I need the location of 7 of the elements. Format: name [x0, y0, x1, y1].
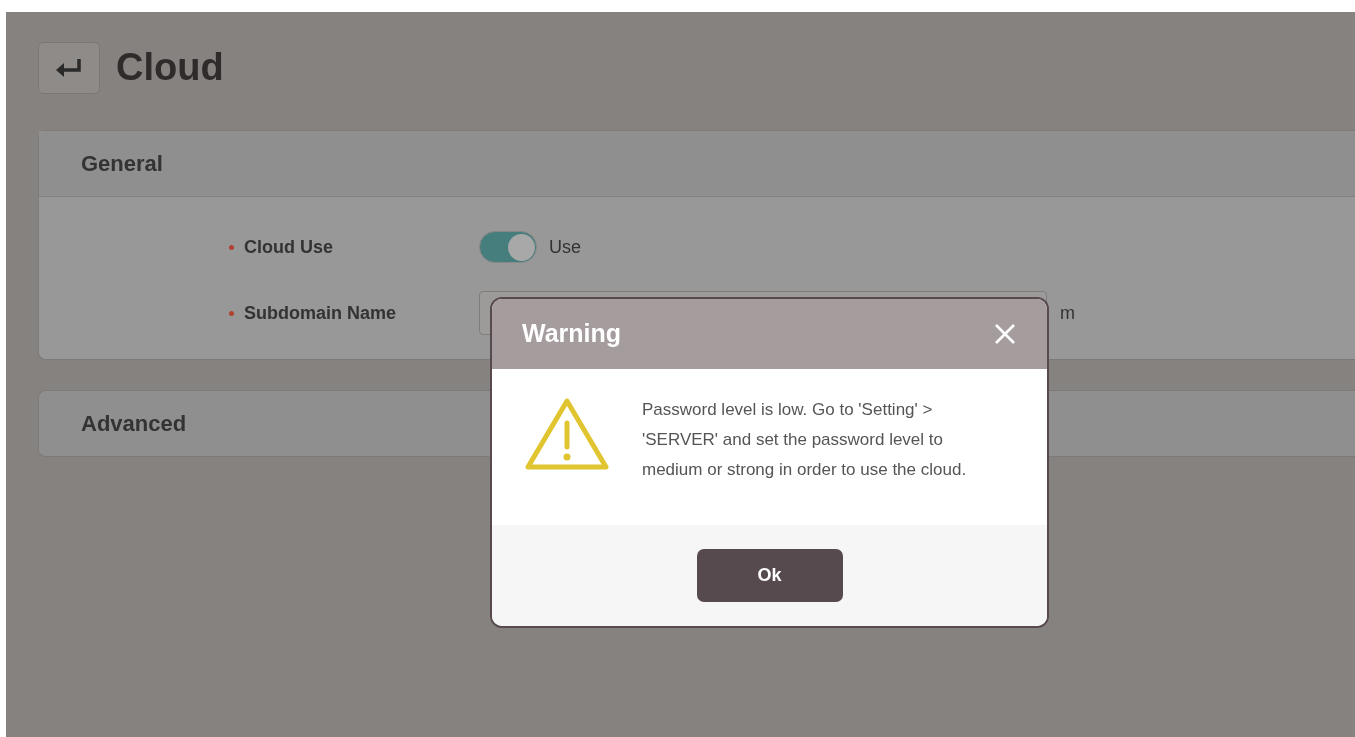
page-title: Cloud — [116, 45, 224, 91]
dialog-title: Warning — [522, 318, 622, 350]
domain-suffix: m — [1060, 301, 1075, 325]
field-label: Cloud Use — [244, 235, 333, 259]
warning-message: Password level is low. Go to 'Setting' > 'SERVER' and set the password level to medium or strong in order to use the cloud. — [642, 399, 968, 481]
toggle-label: Use — [549, 235, 581, 259]
field-label: Subdomain Name — [244, 301, 397, 325]
